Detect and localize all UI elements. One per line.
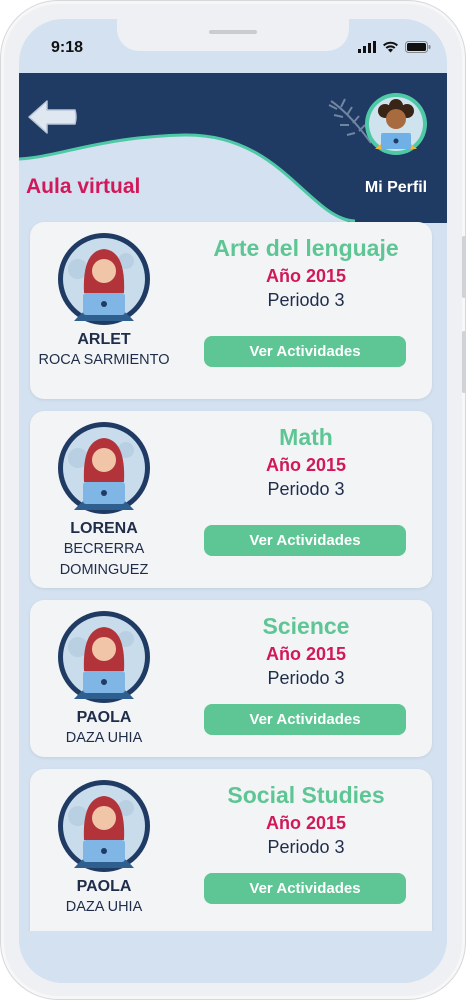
- status-time: 9:18: [51, 39, 84, 56]
- course-card: LORENA BECRERRA DOMINGUEZ Math Año 2015 …: [30, 411, 432, 588]
- profile-label: Mi Perfil: [364, 179, 428, 196]
- period-label: Periodo 3: [267, 479, 345, 499]
- year-label: Año 2015: [265, 644, 347, 664]
- teacher-last-name: ROCA SARMIENTO: [38, 352, 170, 368]
- teacher-avatar: [58, 780, 150, 872]
- teacher-first-name: ARLET: [77, 331, 131, 348]
- teacher-last-name: BECRERRA DOMINGUEZ: [59, 541, 149, 578]
- view-activities-button[interactable]: Ver Actividades: [204, 336, 406, 367]
- status-icons: [358, 41, 431, 53]
- period-label: Periodo 3: [267, 837, 345, 857]
- volume-down-button: [462, 331, 466, 393]
- teacher-first-name: PAOLA: [76, 878, 132, 895]
- notch: [117, 19, 349, 51]
- teacher-first-name: PAOLA: [76, 709, 132, 726]
- year-label: Año 2015: [265, 266, 347, 286]
- signal-icon: [358, 41, 376, 53]
- year-label: Año 2015: [265, 813, 347, 833]
- view-activities-button[interactable]: Ver Actividades: [204, 873, 406, 904]
- subject-title: Arte del lenguaje: [213, 235, 399, 261]
- course-card: PAOLA DAZA UHIA Science Año 2015 Periodo…: [30, 600, 432, 757]
- view-activities-button[interactable]: Ver Actividades: [204, 525, 406, 556]
- arrow-left-icon: [28, 100, 77, 134]
- home-area: [19, 931, 447, 983]
- teacher-first-name: LORENA: [70, 520, 138, 537]
- subject-title: Science: [262, 613, 350, 639]
- volume-up-button: [462, 236, 466, 298]
- profile-avatar: [365, 93, 427, 155]
- teacher-avatar: [58, 611, 150, 703]
- subject-title: Social Studies: [227, 782, 385, 808]
- wifi-icon: [383, 41, 398, 53]
- period-label: Periodo 3: [267, 668, 345, 688]
- course-card: ARLET ROCA SARMIENTO Arte del lenguaje A…: [30, 222, 432, 399]
- profile-button[interactable]: Mi Perfil: [345, 85, 447, 209]
- battery-icon: [405, 41, 431, 53]
- phone-frame: 9:18 Mi Perfil Aula virtual ARLET ROCA S…: [0, 0, 466, 1000]
- page-title: Aula virtual: [26, 175, 141, 198]
- subject-title: Math: [279, 424, 333, 450]
- course-card: PAOLA DAZA UHIA Social Studies Año 2015 …: [30, 769, 432, 931]
- teacher-avatar: [58, 422, 150, 514]
- teacher-last-name: DAZA UHIA: [65, 899, 143, 915]
- view-activities-button[interactable]: Ver Actividades: [204, 704, 406, 735]
- period-label: Periodo 3: [267, 290, 345, 310]
- year-label: Año 2015: [265, 455, 347, 475]
- app-screen: 9:18 Mi Perfil Aula virtual ARLET ROCA S…: [19, 19, 447, 983]
- teacher-avatar: [58, 233, 150, 325]
- teacher-last-name: DAZA UHIA: [65, 730, 143, 746]
- back-button[interactable]: [25, 97, 79, 137]
